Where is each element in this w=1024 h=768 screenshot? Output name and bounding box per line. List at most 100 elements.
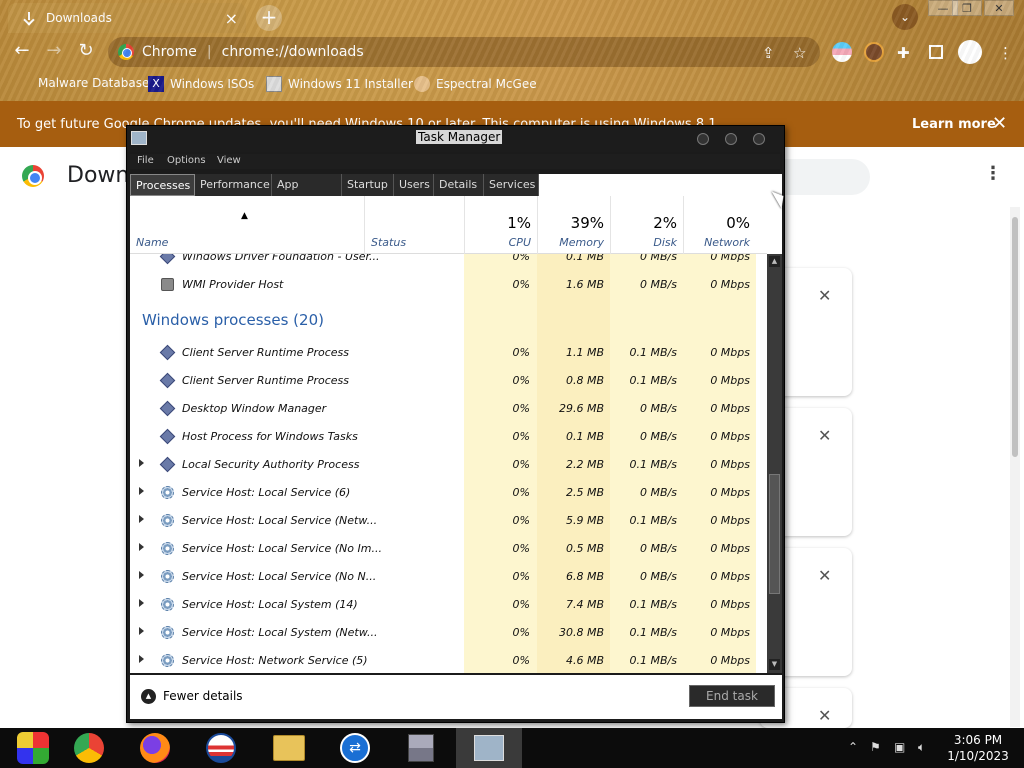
- expand-arrow-icon[interactable]: [139, 543, 144, 551]
- process-row[interactable]: Client Server Runtime Process 0% 0.8 MB 0.1…: [130, 367, 767, 395]
- process-row[interactable]: Service Host: Local Service (No Im... 0% 0…: [130, 535, 767, 563]
- fewer-details-button[interactable]: Fewer details: [163, 689, 243, 703]
- page-scrollbar[interactable]: [1010, 207, 1020, 727]
- menu-options[interactable]: Options: [167, 155, 206, 166]
- tab-performance[interactable]: Performance: [195, 174, 272, 196]
- column-cpu[interactable]: 1% CPU: [464, 196, 537, 254]
- reload-button[interactable]: ↻: [74, 40, 98, 61]
- extension-avatar-icon[interactable]: [864, 42, 884, 62]
- taskbar-obama[interactable]: [188, 728, 254, 768]
- search-downloads-input[interactable]: [770, 159, 870, 195]
- taskbar-installer[interactable]: [388, 728, 454, 768]
- expand-arrow-icon[interactable]: [139, 571, 144, 579]
- process-cpu: 0%: [512, 374, 530, 387]
- taskbar-firefox[interactable]: [122, 728, 188, 768]
- process-row[interactable]: Windows Driver Foundation - User... 0% 0.1…: [130, 254, 767, 271]
- side-panel-icon[interactable]: [929, 45, 943, 59]
- scrollbar-thumb[interactable]: [1012, 217, 1018, 457]
- close-button[interactable]: [753, 133, 765, 145]
- teamviewer-icon: ⇄: [340, 733, 370, 763]
- bookmark-espectral-mcgee[interactable]: Espectral McGee: [414, 76, 537, 92]
- tab-downloads[interactable]: Downloads ×: [8, 3, 246, 33]
- new-tab-button[interactable]: +: [256, 5, 282, 31]
- scrollbar-thumb[interactable]: [769, 474, 780, 594]
- window-title: Task Manager: [416, 130, 503, 144]
- process-row[interactable]: Service Host: Local Service (6) 0% 2.5 MB 0…: [130, 479, 767, 507]
- close-window-button[interactable]: ✕: [984, 0, 1014, 16]
- taskbar-file-explorer[interactable]: [256, 728, 322, 768]
- maximize-button[interactable]: [725, 133, 737, 145]
- forward-button[interactable]: →: [42, 40, 66, 61]
- extension-flag-icon[interactable]: [832, 42, 852, 62]
- column-memory[interactable]: 39% Memory: [537, 196, 610, 254]
- column-name[interactable]: Name: [130, 196, 364, 254]
- end-task-button[interactable]: End task: [689, 685, 775, 707]
- process-disk: 0 MB/s: [640, 430, 677, 443]
- restore-button[interactable]: ❐: [952, 0, 982, 16]
- column-status[interactable]: Status: [364, 196, 464, 254]
- remove-download-button[interactable]: ✕: [818, 286, 831, 305]
- taskbar-task-manager[interactable]: [456, 728, 522, 768]
- process-row[interactable]: Service Host: Local System (Netw... 0% 30.…: [130, 619, 767, 647]
- process-row[interactable]: Client Server Runtime Process 0% 1.1 MB 0.1…: [130, 339, 767, 367]
- process-row[interactable]: Local Security Authority Process 0% 2.2 MB…: [130, 451, 767, 479]
- column-network[interactable]: 0% Network: [683, 196, 756, 254]
- tab-close-button[interactable]: ×: [225, 9, 238, 28]
- system-clock[interactable]: 3:06 PM 1/10/2023: [944, 732, 1012, 764]
- remove-download-button[interactable]: ✕: [818, 566, 831, 585]
- taskbar-teamviewer[interactable]: ⇄: [322, 728, 388, 768]
- process-row[interactable]: Service Host: Local System (14) 0% 7.4 MB 0…: [130, 591, 767, 619]
- process-list-scrollbar[interactable]: ▲ ▼: [767, 254, 782, 673]
- extensions-puzzle-icon[interactable]: ✚: [897, 44, 910, 62]
- column-disk[interactable]: 2% Disk: [610, 196, 683, 254]
- tab-search-button[interactable]: ⌄: [892, 4, 918, 30]
- page-menu-icon[interactable]: ⋮: [984, 163, 1002, 184]
- bookmark-malware-database[interactable]: Malware Database: [38, 76, 149, 90]
- volume-icon[interactable]: 🔈︎: [918, 740, 925, 755]
- bookmark-windows-isos[interactable]: X Windows ISOs: [148, 76, 254, 92]
- process-row[interactable]: Host Process for Windows Tasks 0% 0.1 MB 0 …: [130, 423, 767, 451]
- tab-processes[interactable]: Processes: [130, 174, 195, 196]
- minimize-button[interactable]: [697, 133, 709, 145]
- chrome-menu-icon[interactable]: ⋮: [998, 44, 1013, 62]
- group-header-windows-processes[interactable]: Windows processes (20): [142, 311, 324, 329]
- back-button[interactable]: ←: [10, 40, 34, 61]
- bookmark-windows-11-installer[interactable]: Windows 11 Installer: [266, 76, 413, 92]
- menu-file[interactable]: File: [137, 155, 154, 166]
- tab-details[interactable]: Details: [434, 174, 484, 196]
- tab-users[interactable]: Users: [394, 174, 434, 196]
- learn-more-link[interactable]: Learn more: [912, 117, 996, 132]
- process-row[interactable]: Desktop Window Manager 0% 29.6 MB 0 MB/s 0 M…: [130, 395, 767, 423]
- expand-arrow-icon[interactable]: [139, 599, 144, 607]
- process-row[interactable]: WMI Provider Host 0% 1.6 MB 0 MB/s 0 Mbps: [130, 271, 767, 299]
- scroll-up-button[interactable]: ▲: [769, 256, 780, 267]
- remove-download-button[interactable]: ✕: [818, 706, 831, 725]
- bookmark-star-icon[interactable]: ☆: [793, 44, 806, 62]
- task-manager-titlebar[interactable]: Task Manager: [127, 126, 784, 152]
- infobar-close-button[interactable]: ✕: [992, 113, 1007, 134]
- tab-startup[interactable]: Startup: [342, 174, 394, 196]
- tab-app-history[interactable]: App history: [272, 174, 342, 213]
- expand-arrow-icon[interactable]: [139, 487, 144, 495]
- process-row[interactable]: Service Host: Local Service (No N... 0% 6.…: [130, 563, 767, 591]
- chevron-up-icon[interactable]: ▲: [141, 689, 156, 704]
- expand-arrow-icon[interactable]: [139, 459, 144, 467]
- share-icon[interactable]: ⇪: [762, 44, 775, 62]
- process-row[interactable]: Service Host: Network Service (5) 0% 4.6 M…: [130, 647, 767, 673]
- process-name: Service Host: Local System (14): [182, 598, 358, 611]
- scroll-down-button[interactable]: ▼: [769, 659, 780, 670]
- address-bar[interactable]: Chrome | chrome://downloads: [108, 37, 820, 67]
- process-row[interactable]: Service Host: Local Service (Netw... 0% 5.…: [130, 507, 767, 535]
- remove-download-button[interactable]: ✕: [818, 426, 831, 445]
- tab-services[interactable]: Services: [484, 174, 539, 196]
- menu-view[interactable]: View: [217, 155, 241, 166]
- expand-arrow-icon[interactable]: [139, 655, 144, 663]
- expand-arrow-icon[interactable]: [139, 515, 144, 523]
- clock-date: 1/10/2023: [947, 749, 1009, 763]
- show-hidden-icons-icon[interactable]: ⌃: [848, 740, 858, 754]
- network-icon[interactable]: ▣: [894, 740, 905, 754]
- action-center-flag-icon[interactable]: ⚑: [870, 740, 881, 754]
- profile-avatar-icon[interactable]: [958, 40, 982, 64]
- expand-arrow-icon[interactable]: [139, 627, 144, 635]
- taskbar-chrome[interactable]: [56, 728, 122, 768]
